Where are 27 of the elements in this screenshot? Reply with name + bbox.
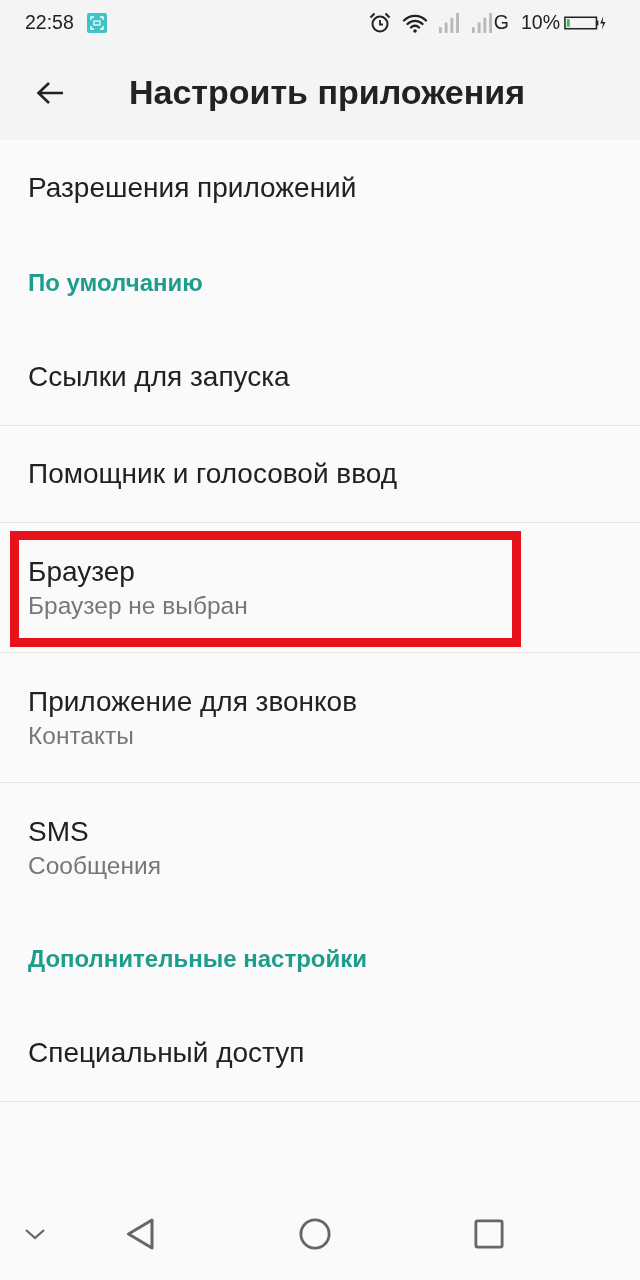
setting-item-title[interactable]: Браузер — [28, 556, 135, 588]
home-circle-icon[interactable] — [299, 1218, 331, 1250]
screen-title: Настроить приложения — [129, 73, 525, 112]
back-triangle-icon[interactable] — [126, 1218, 154, 1250]
section-header: Дополнительные настройки — [28, 945, 367, 973]
chevron-down-icon[interactable] — [25, 1228, 45, 1240]
setting-item-summary: Браузер не выбран — [28, 592, 248, 620]
back-icon[interactable] — [36, 80, 64, 105]
wifi-icon — [401, 12, 428, 33]
signal-bars-icon — [437, 12, 459, 33]
battery-percent: 10% — [520, 11, 560, 34]
setting-item-title[interactable]: Разрешения приложений — [28, 172, 357, 204]
setting-item-title[interactable]: Специальный доступ — [28, 1037, 305, 1069]
recent-apps-square-icon[interactable] — [474, 1219, 504, 1249]
signal-bars-icon — [470, 12, 492, 33]
setting-item-title[interactable]: SMS — [28, 816, 89, 848]
clock-time: 22:58 — [25, 11, 74, 34]
setting-item-title[interactable]: Помощник и голосовой ввод — [28, 458, 398, 490]
screenshot-frame-icon — [86, 12, 107, 33]
setting-item-summary: Контакты — [28, 722, 134, 750]
section-header: По умолчанию — [28, 269, 203, 297]
setting-item-title[interactable]: Приложение для звонков — [28, 686, 358, 718]
setting-item-title[interactable]: Ссылки для запуска — [28, 361, 290, 393]
alarm-clock-icon — [368, 11, 391, 34]
network-type: G — [493, 11, 509, 34]
charging-battery-icon — [564, 14, 606, 31]
setting-item-summary: Сообщения — [28, 852, 161, 880]
